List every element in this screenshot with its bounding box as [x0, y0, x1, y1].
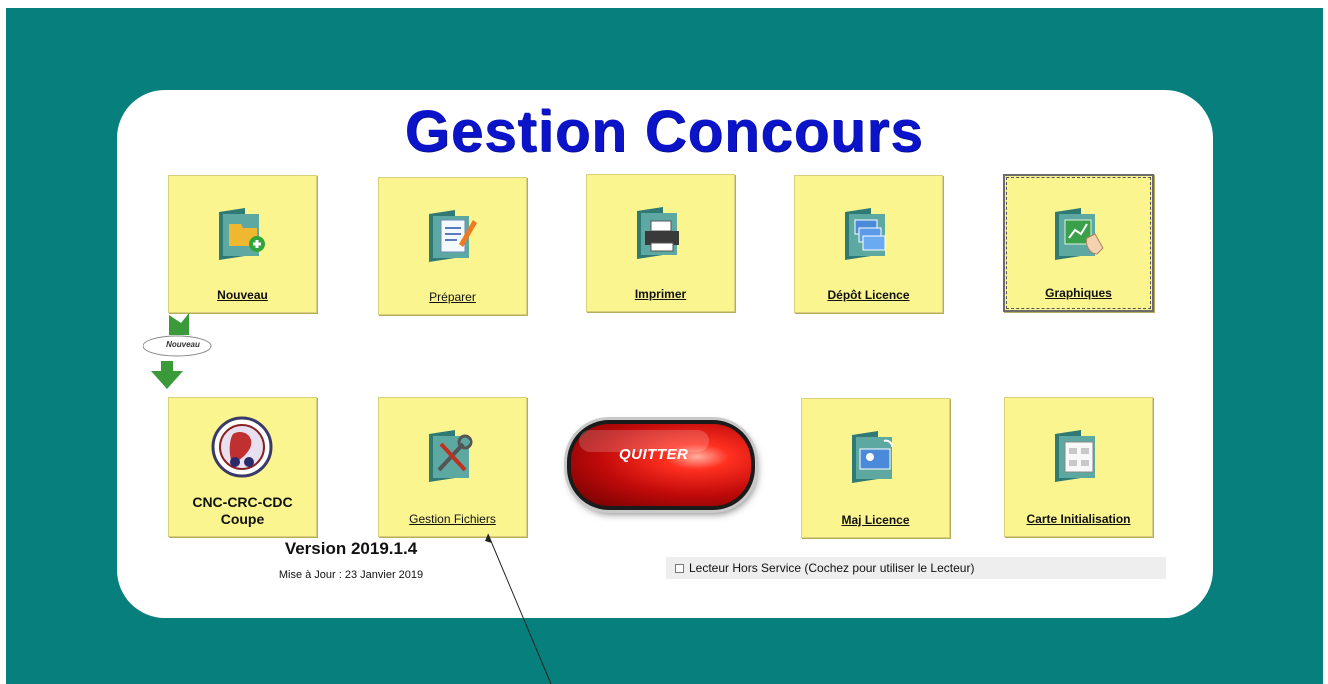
quitter-button[interactable]: QUITTER — [567, 420, 755, 510]
gestion-fichiers-label: Gestion Fichiers — [409, 512, 496, 526]
edit-document-icon — [429, 210, 477, 262]
imprimer-label: Imprimer — [634, 287, 687, 301]
cnc-crc-cdc-line1: CNC-CRC-CDC — [192, 494, 293, 510]
preparer-label: Préparer — [429, 290, 476, 304]
license-cards-icon — [845, 208, 886, 260]
gestion-fichiers-button[interactable]: Gestion Fichiers — [378, 397, 527, 537]
depot-licence-button[interactable]: Dépôt Licence — [794, 175, 943, 313]
carte-initialisation-button[interactable]: Carte Initialisation — [1004, 397, 1153, 537]
cnc-crc-cdc-line2: Coupe — [220, 511, 265, 527]
cnc-crc-cdc-label: CNC-CRC-CDC Coupe — [169, 494, 316, 528]
nouveau-label: Nouveau — [217, 288, 268, 302]
depot-licence-label: Dépôt Licence — [827, 288, 910, 302]
federation-logo-icon — [211, 416, 273, 478]
new-folder-icon — [219, 208, 265, 260]
imprimer-button[interactable]: Imprimer — [586, 174, 735, 312]
update-date-text: Mise à Jour : 23 Janvier 2019 — [278, 569, 424, 581]
lecteur-option: Lecteur Hors Service (Cochez pour utilis… — [666, 557, 1166, 579]
maj-licence-label: Maj Licence — [841, 513, 910, 527]
lecteur-label: Lecteur Hors Service (Cochez pour utilis… — [689, 561, 975, 575]
cnc-crc-cdc-button[interactable]: CNC-CRC-CDC Coupe — [168, 397, 317, 537]
new-badge-arrow-icon — [143, 313, 212, 389]
tools-icon — [429, 430, 473, 482]
maj-licence-button[interactable]: Maj Licence — [801, 398, 950, 538]
preparer-button[interactable]: Préparer — [378, 177, 527, 315]
new-badge-label: Nouveau — [166, 340, 200, 349]
printer-icon — [637, 207, 679, 259]
carte-initialisation-label: Carte Initialisation — [1026, 512, 1131, 526]
app-title: Gestion Concours — [404, 99, 924, 164]
lecteur-checkbox[interactable] — [675, 564, 684, 574]
graphiques-button[interactable]: Graphiques — [1003, 174, 1154, 312]
chart-hand-icon — [1055, 208, 1104, 260]
nouveau-button[interactable]: Nouveau — [168, 175, 317, 313]
id-card-icon — [852, 431, 893, 483]
version-text: Version 2019.1.4 — [284, 539, 418, 558]
quitter-label: QUITTER — [619, 446, 689, 463]
graphiques-label: Graphiques — [1045, 286, 1112, 300]
network-map-icon — [1055, 430, 1095, 482]
